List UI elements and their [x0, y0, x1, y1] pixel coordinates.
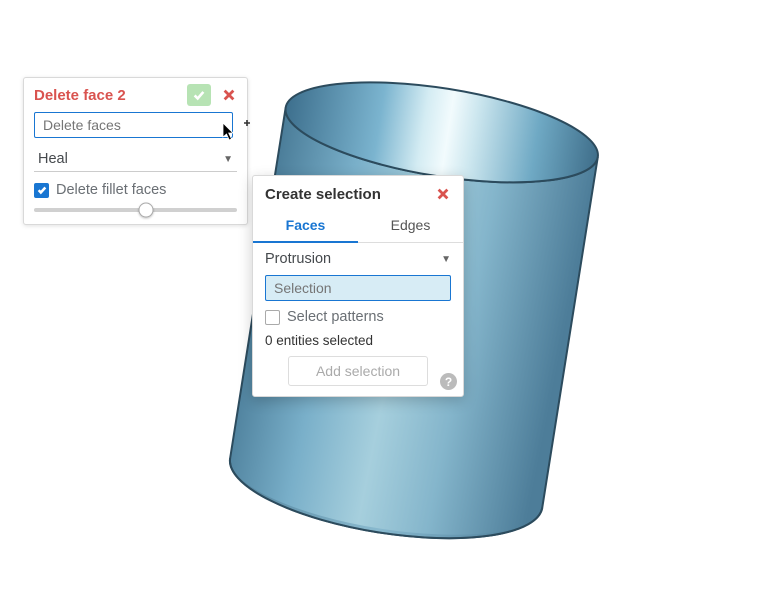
tab-faces[interactable]: Faces [253, 210, 358, 243]
selection-input[interactable] [265, 275, 451, 301]
create-selection-title: Create selection [265, 186, 433, 203]
slider-thumb[interactable] [138, 203, 153, 218]
check-icon [192, 88, 206, 102]
heal-method-select[interactable]: Heal [34, 146, 237, 172]
tab-edges[interactable]: Edges [358, 210, 463, 242]
help-icon[interactable]: ? [440, 373, 457, 390]
close-button[interactable] [219, 85, 239, 105]
delete-faces-input[interactable] [34, 112, 233, 138]
slider[interactable] [34, 208, 237, 212]
select-patterns-label: Select patterns [287, 309, 384, 325]
create-selection-dialog: Create selection Faces Edges Protrusion … [252, 175, 464, 397]
add-selection-button[interactable]: Add selection [288, 356, 428, 386]
chevron-down-icon: ▼ [441, 254, 451, 265]
confirm-button[interactable] [187, 84, 211, 106]
close-icon [222, 88, 236, 102]
select-patterns-checkbox[interactable] [265, 310, 280, 325]
entities-count: 0 entities selected [253, 331, 463, 356]
add-face-button[interactable] [237, 115, 253, 135]
delete-face-dialog: Delete face 2 Heal ▼ Delete fillet faces [23, 77, 248, 225]
protrusion-select[interactable]: Protrusion [265, 251, 441, 267]
close-button[interactable] [433, 184, 453, 204]
delete-fillet-label: Delete fillet faces [56, 182, 166, 198]
check-icon [37, 185, 47, 195]
delete-fillet-checkbox[interactable] [34, 183, 49, 198]
close-icon [436, 187, 450, 201]
delete-face-title: Delete face 2 [34, 87, 187, 104]
cursor-plus-icon [237, 117, 253, 133]
